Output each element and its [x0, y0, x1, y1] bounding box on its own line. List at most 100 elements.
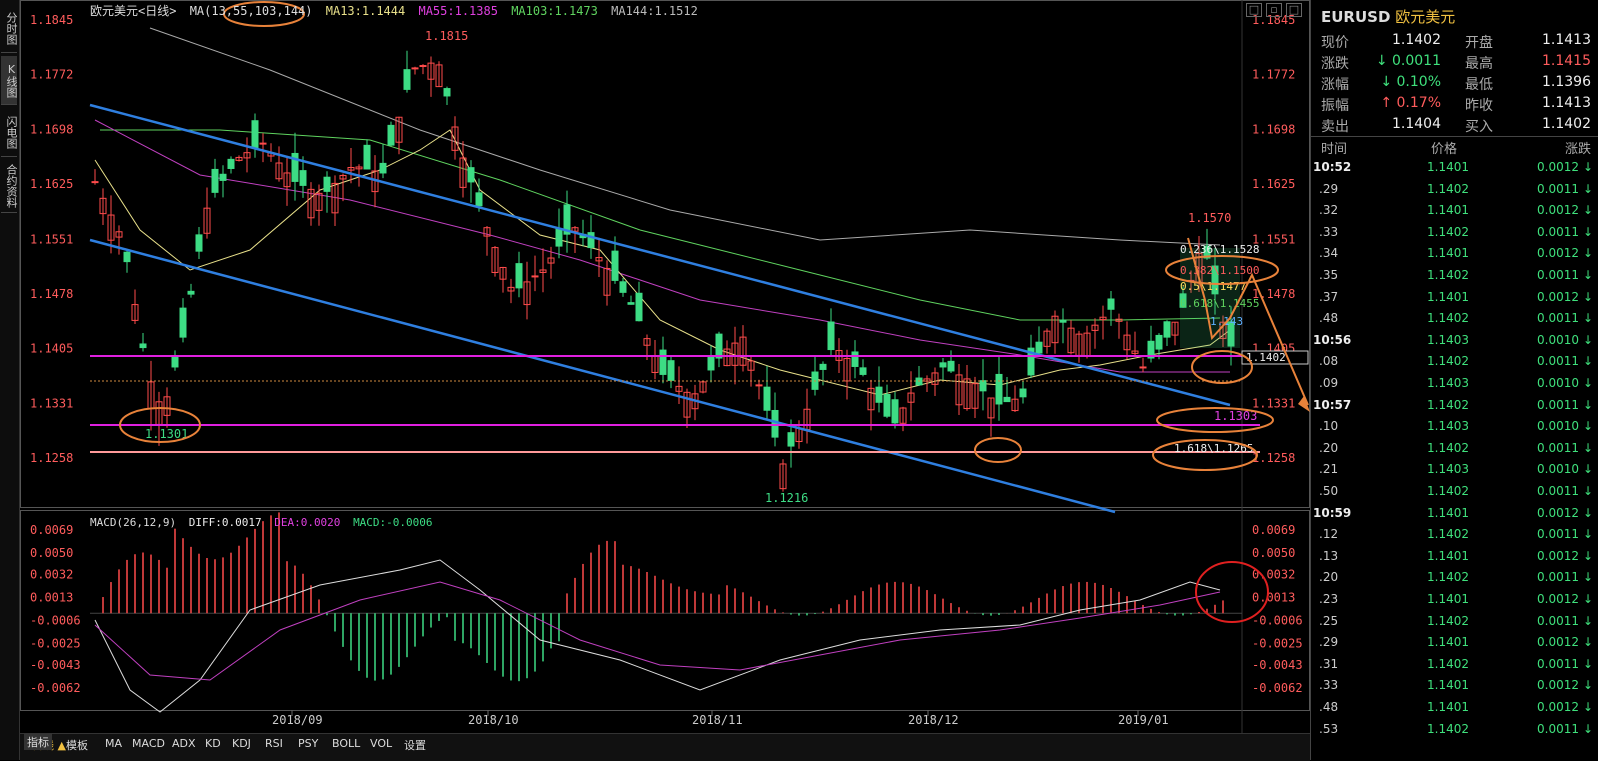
quote-label: 开盘	[1465, 35, 1493, 51]
macd-tick-left: -0.0025	[30, 636, 81, 650]
label-fib-0382: 0.382\1.1500	[1180, 264, 1259, 277]
tick-row: .48 1.1402 0.0011 ↓	[1311, 311, 1598, 332]
candle-body	[715, 333, 723, 359]
candle-body	[859, 367, 867, 375]
tick-change: 0.0012	[1537, 678, 1579, 693]
tick-price: 1.1401	[1427, 160, 1469, 174]
tick-change: 0.0011	[1537, 181, 1579, 196]
restore-icon[interactable]: □	[1246, 3, 1262, 17]
tab-adx[interactable]: ADX	[172, 737, 196, 750]
tick-change: 0.0012	[1537, 548, 1579, 563]
arrow-down-icon: ↓	[1582, 160, 1593, 174]
arrow-down-icon: ↓	[1582, 419, 1593, 434]
tab-indicator[interactable]: 指标	[24, 734, 52, 750]
candle-body	[1107, 298, 1115, 310]
current-price-label: 1.1402	[1246, 351, 1286, 364]
tick-price: 1.1401	[1427, 635, 1469, 650]
arrow-down-icon: ↓	[1582, 700, 1593, 714]
arrow-down-icon: ↓	[1582, 635, 1593, 650]
price-tick-right: 1.1625	[1252, 177, 1295, 191]
price-tick-right: 1.1331	[1252, 397, 1295, 411]
tab-kdj[interactable]: KDJ	[232, 737, 251, 750]
tick-price: 1.1402	[1427, 268, 1469, 282]
candle-body	[827, 321, 835, 351]
tick-row: .12 1.1402 0.0011 ↓	[1311, 527, 1598, 548]
symbol-code: EURUSD	[1321, 8, 1391, 26]
quote-label: 现价	[1321, 35, 1349, 51]
quote-label: 涨幅	[1321, 77, 1349, 93]
tick-price: 1.1403	[1427, 332, 1469, 347]
tick-time: .48	[1319, 311, 1339, 326]
date-tick: 2018/09	[272, 713, 323, 727]
tab-settings[interactable]: 设置	[404, 737, 426, 753]
tick-time: .20	[1319, 570, 1339, 585]
candle-body	[299, 170, 307, 186]
tick-time: .29	[1319, 635, 1339, 650]
chart-canvas[interactable]: 1.1845 1.18451.1772 1.17721.1698 1.16981.16…	[20, 0, 1310, 733]
maximize-icon[interactable]: □	[1286, 3, 1302, 17]
tick-row: .37 1.1401 0.0012 ↓	[1311, 290, 1598, 311]
arrow-down-icon: ↓	[1582, 570, 1593, 585]
indicator-tab-bar: 日线 ▲ 指标 模板 MA MACD ADX KD KDJ RSI PSY BO…	[20, 733, 1310, 761]
kline-chart[interactable]: 1.1845 1.1845 1.1772 1.1772 1.1698 1.1698 1.16…	[20, 0, 1310, 760]
tick-price: 1.1402	[1427, 181, 1469, 196]
price-tick-left: 1.1331	[30, 397, 73, 411]
macd-tick-left: 0.0050	[30, 546, 73, 560]
tab-template[interactable]: 模板	[66, 737, 88, 753]
tab-psy[interactable]: PSY	[298, 737, 318, 750]
tick-change: 0.0010	[1537, 419, 1579, 434]
tab-boll[interactable]: BOLL	[332, 737, 360, 750]
candle-body	[379, 162, 387, 174]
candle-body	[995, 373, 1003, 405]
tick-price: 1.1401	[1427, 700, 1469, 714]
arrow-down-icon: ↓	[1582, 440, 1593, 455]
ma144-value: MA144:1.1512	[611, 4, 698, 18]
arrow-down-icon: ↓	[1582, 592, 1593, 606]
tick-time: .31	[1319, 656, 1339, 671]
candle-body	[611, 250, 619, 281]
tab-macd[interactable]: MACD	[132, 737, 165, 750]
tab-contract-info[interactable]: 合约资料	[1, 160, 18, 213]
candle-body	[91, 181, 99, 184]
candle-body	[123, 251, 131, 263]
macd-tick-left: 0.0032	[30, 568, 73, 582]
tick-price: 1.1403	[1427, 462, 1469, 477]
tick-row: .33 1.1402 0.0011 ↓	[1311, 225, 1598, 246]
candle-body	[939, 362, 947, 368]
macd-tick-right: 0.0069	[1252, 523, 1295, 537]
macd-label: MACD(26,12,9)	[90, 516, 177, 529]
minimize-icon[interactable]: ▫	[1266, 3, 1282, 17]
candle-body	[419, 65, 427, 68]
quote-value: 1.1402	[1542, 116, 1591, 132]
price-tick-left: 1.1551	[30, 232, 73, 246]
quote-label: 卖出	[1321, 119, 1349, 135]
quote-label: 振幅	[1321, 98, 1349, 114]
price-tick-right: 1.1772	[1252, 67, 1295, 81]
quote-value: 1.1402	[1392, 32, 1441, 48]
tab-flash-chart[interactable]: 闪电图	[1, 108, 18, 157]
tick-change: 0.0011	[1537, 613, 1579, 628]
candle-body	[403, 69, 411, 90]
tick-row: .50 1.1402 0.0011 ↓	[1311, 484, 1598, 505]
quote-value: ↑ 0.17%	[1380, 95, 1441, 111]
tab-timeshare[interactable]: 分时图	[1, 4, 18, 53]
tab-ma[interactable]: MA	[105, 737, 122, 750]
tab-rsi[interactable]: RSI	[265, 737, 283, 750]
arrow-down-icon: ↓	[1582, 224, 1593, 239]
arrow-down-icon: ↓	[1582, 203, 1593, 218]
tab-vol[interactable]: VOL	[370, 737, 392, 750]
tick-row: .29 1.1401 0.0012 ↓	[1311, 635, 1598, 656]
tick-row: .13 1.1401 0.0012 ↓	[1311, 549, 1598, 570]
quote-row: 现价 1.1402 开盘 1.1413	[1321, 32, 1591, 53]
quote-panel: EURUSD 欧元美元 现价 1.1402 开盘 1.1413 涨跌 ↓ 0.0011 最高…	[1310, 0, 1598, 760]
tick-change: 0.0011	[1537, 311, 1579, 326]
quote-label: 最低	[1465, 77, 1493, 93]
candle-body	[211, 168, 219, 193]
tab-kd[interactable]: KD	[205, 737, 221, 750]
macd-panel-frame	[20, 510, 1310, 711]
candle-body	[787, 432, 795, 447]
candle-body	[667, 360, 675, 381]
tick-price: 1.1402	[1427, 721, 1469, 736]
price-tick-left: 1.1698	[30, 123, 73, 137]
tab-kline[interactable]: K线图	[1, 56, 18, 105]
